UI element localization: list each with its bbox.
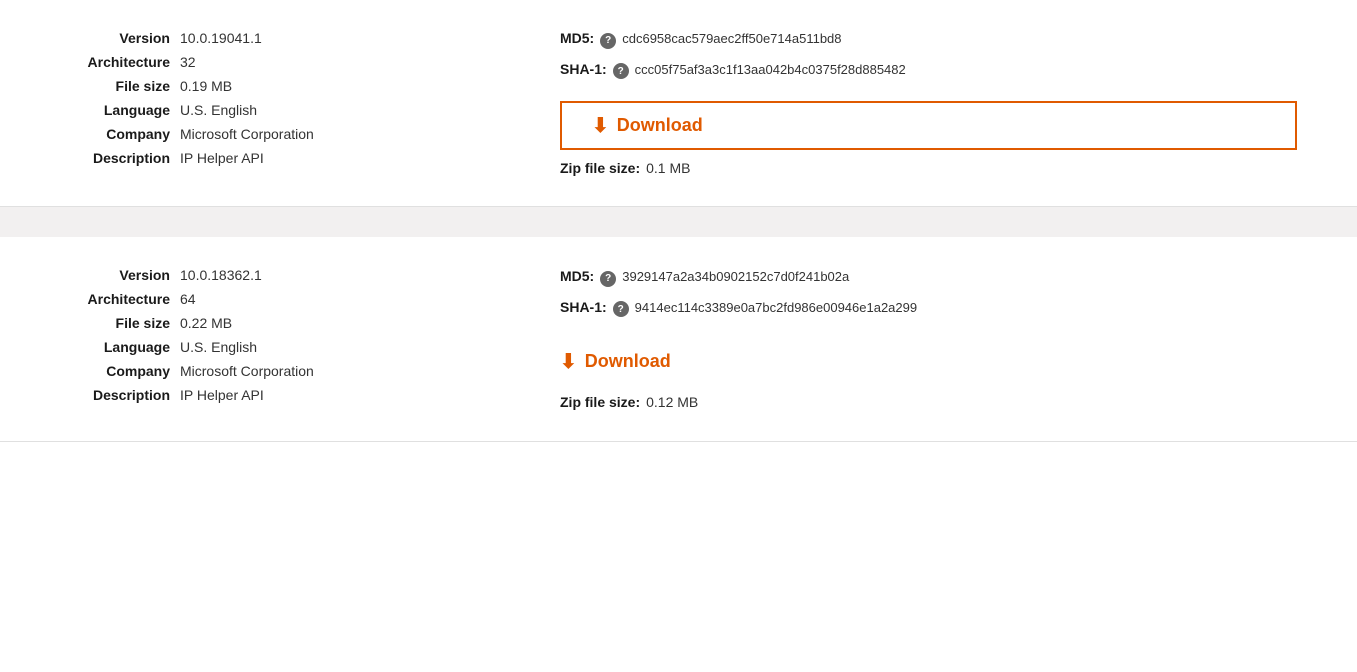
filesize-label-2: File size	[60, 315, 170, 331]
download-icon-1: ⬇	[592, 113, 609, 138]
download-label-1: Download	[617, 115, 703, 136]
zip-value-1: 0.1 MB	[646, 160, 690, 176]
md5-row-1: MD5: ? cdc6958cac579aec2ff50e714a511bd8	[560, 30, 1297, 49]
language-label-1: Language	[60, 102, 170, 118]
version-label-1: Version	[60, 30, 170, 46]
company-label-2: Company	[60, 363, 170, 379]
filesize-row-1: File size 0.19 MB	[60, 78, 480, 94]
download-icon-2: ⬇	[560, 349, 577, 374]
separator	[0, 207, 1357, 237]
filesize-value-1: 0.19 MB	[180, 78, 232, 94]
md5-help-icon-2[interactable]: ?	[600, 271, 616, 287]
zip-size-row-1: Zip file size: 0.1 MB	[560, 160, 1297, 176]
version-row-2: Version 10.0.18362.1	[60, 267, 480, 283]
architecture-value-1: 32	[180, 54, 196, 70]
language-value-2: U.S. English	[180, 339, 257, 355]
language-row-2: Language U.S. English	[60, 339, 480, 355]
company-row-1: Company Microsoft Corporation	[60, 126, 480, 142]
file-list: Version 10.0.19041.1 Architecture 32 Fil…	[0, 0, 1357, 442]
download-button-2[interactable]: ⬇ Download	[560, 339, 1297, 384]
sha1-row-2: SHA-1: ? 9414ec114c3389e0a7bc2fd986e0094…	[560, 299, 1297, 318]
zip-size-row-2: Zip file size: 0.12 MB	[560, 394, 1297, 410]
description-row-2: Description IP Helper API	[60, 387, 480, 403]
company-value-2: Microsoft Corporation	[180, 363, 314, 379]
company-row-2: Company Microsoft Corporation	[60, 363, 480, 379]
sha1-label-2: SHA-1:	[560, 299, 607, 315]
language-value-1: U.S. English	[180, 102, 257, 118]
md5-label-2: MD5:	[560, 268, 594, 284]
version-value-2: 10.0.18362.1	[180, 267, 262, 283]
download-label-2: Download	[585, 351, 671, 372]
filesize-label-1: File size	[60, 78, 170, 94]
download-button-1[interactable]: ⬇ Download	[560, 101, 1297, 150]
version-row-1: Version 10.0.19041.1	[60, 30, 480, 46]
meta-section-1: Version 10.0.19041.1 Architecture 32 Fil…	[60, 30, 480, 176]
zip-label-1: Zip file size:	[560, 160, 640, 176]
filesize-row-2: File size 0.22 MB	[60, 315, 480, 331]
hash-section-1: MD5: ? cdc6958cac579aec2ff50e714a511bd8 …	[480, 30, 1297, 176]
company-label-1: Company	[60, 126, 170, 142]
meta-section-2: Version 10.0.18362.1 Architecture 64 Fil…	[60, 267, 480, 411]
md5-value-1: cdc6958cac579aec2ff50e714a511bd8	[622, 31, 841, 46]
architecture-row-2: Architecture 64	[60, 291, 480, 307]
version-label-2: Version	[60, 267, 170, 283]
sha1-row-1: SHA-1: ? ccc05f75af3a3c1f13aa042b4c0375f…	[560, 61, 1297, 80]
version-value-1: 10.0.19041.1	[180, 30, 262, 46]
language-label-2: Language	[60, 339, 170, 355]
filesize-value-2: 0.22 MB	[180, 315, 232, 331]
file-entry-2: Version 10.0.18362.1 Architecture 64 Fil…	[0, 237, 1357, 442]
architecture-label-1: Architecture	[60, 54, 170, 70]
file-entry-1: Version 10.0.19041.1 Architecture 32 Fil…	[0, 0, 1357, 207]
description-value-2: IP Helper API	[180, 387, 264, 403]
hash-section-2: MD5: ? 3929147a2a34b0902152c7d0f241b02a …	[480, 267, 1297, 411]
company-value-1: Microsoft Corporation	[180, 126, 314, 142]
architecture-label-2: Architecture	[60, 291, 170, 307]
description-value-1: IP Helper API	[180, 150, 264, 166]
sha1-value-1: ccc05f75af3a3c1f13aa042b4c0375f28d885482	[635, 62, 906, 77]
language-row-1: Language U.S. English	[60, 102, 480, 118]
md5-help-icon-1[interactable]: ?	[600, 33, 616, 49]
sha1-value-2: 9414ec114c3389e0a7bc2fd986e00946e1a2a299	[635, 300, 917, 315]
description-label-1: Description	[60, 150, 170, 166]
sha1-help-icon-2[interactable]: ?	[613, 301, 629, 317]
md5-label-1: MD5:	[560, 30, 594, 46]
zip-value-2: 0.12 MB	[646, 394, 698, 410]
sha1-label-1: SHA-1:	[560, 61, 607, 77]
sha1-help-icon-1[interactable]: ?	[613, 63, 629, 79]
architecture-value-2: 64	[180, 291, 196, 307]
description-label-2: Description	[60, 387, 170, 403]
description-row-1: Description IP Helper API	[60, 150, 480, 166]
md5-row-2: MD5: ? 3929147a2a34b0902152c7d0f241b02a	[560, 268, 1297, 287]
architecture-row-1: Architecture 32	[60, 54, 480, 70]
md5-value-2: 3929147a2a34b0902152c7d0f241b02a	[622, 269, 849, 284]
zip-label-2: Zip file size:	[560, 394, 640, 410]
